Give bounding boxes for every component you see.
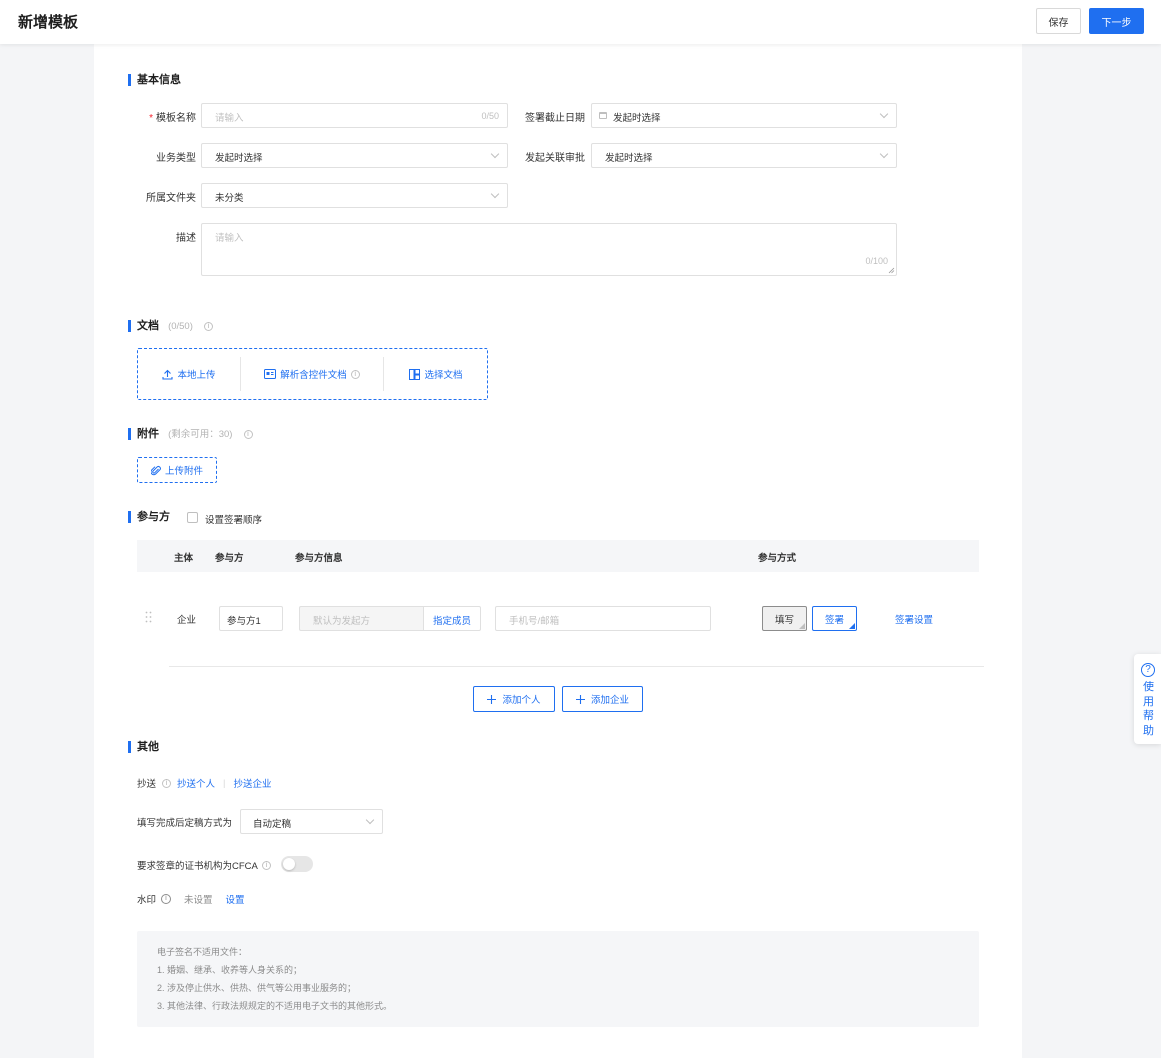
- header-mode: 参与方式: [758, 553, 797, 564]
- watermark-status: 未设置: [184, 895, 213, 906]
- plus-icon: [575, 694, 585, 704]
- signing-order-checkbox[interactable]: [187, 512, 198, 523]
- signing-order-label: 设置签署顺序: [205, 515, 263, 526]
- cc-person-link[interactable]: 抄送个人: [177, 776, 215, 790]
- section-attachments-title: 附件 (剩余可用：30) i: [128, 428, 253, 441]
- cc-label: 抄送: [137, 779, 157, 790]
- required-mark: *: [149, 113, 153, 124]
- finalize-label: 填写完成后定稿方式为: [137, 818, 233, 829]
- notice-title: 电子签名不适用文件：: [157, 947, 248, 957]
- cc-row: 抄送 i 抄送个人 | 抄送企业: [137, 776, 272, 791]
- biz-type-select[interactable]: 发起时选择: [201, 143, 508, 168]
- drag-handle-icon[interactable]: [145, 611, 152, 623]
- help-label: 使用帮助: [1143, 681, 1154, 737]
- sign-mode-button[interactable]: 签署: [812, 606, 857, 631]
- deadline-label: 签署截止日期: [525, 113, 585, 124]
- cc-separator: |: [223, 777, 226, 789]
- assign-member-button[interactable]: 指定成员: [423, 606, 481, 631]
- choose-doc-button[interactable]: 选择文档: [384, 349, 488, 399]
- participant-subject: 企业: [177, 615, 197, 626]
- chevron-down-icon: [490, 189, 500, 199]
- watermark-row: 水印 i 未设置 设置: [137, 892, 245, 906]
- info-icon: i: [162, 778, 172, 788]
- template-name-label: * 模板名称: [149, 113, 196, 124]
- notice-item: 1. 婚姻、继承、收养等人身关系的；: [157, 965, 303, 975]
- participant-name-input[interactable]: 参与方1: [219, 606, 283, 631]
- finalize-select[interactable]: 自动定稿: [240, 809, 383, 834]
- section-docs-title: 文档 (0/50) i: [128, 320, 213, 333]
- add-person-button[interactable]: 添加个人: [473, 686, 555, 712]
- info-icon: i: [203, 321, 213, 331]
- folder-label: 所属文件夹: [146, 193, 196, 204]
- document-upload-area: 本地上传 解析含控件文档 i 选择文档: [137, 348, 488, 400]
- chevron-down-icon: [365, 815, 375, 825]
- info-icon: i: [261, 860, 271, 870]
- parse-doc-button[interactable]: 解析含控件文档 i: [241, 349, 383, 399]
- cfca-row: 要求签章的证书机构为CFCA i: [137, 858, 271, 872]
- parse-doc-icon: [264, 369, 277, 379]
- char-count: 0/50: [481, 111, 499, 121]
- paperclip-icon: [150, 465, 161, 475]
- chevron-down-icon: [879, 149, 889, 159]
- help-icon: ?: [1141, 663, 1155, 677]
- help-tab[interactable]: ? 使用帮助: [1134, 654, 1161, 744]
- deadline-select[interactable]: 发起时选择: [591, 103, 897, 128]
- calendar-icon: [599, 112, 607, 119]
- contact-input[interactable]: 手机号/邮箱: [495, 606, 711, 631]
- cc-company-link[interactable]: 抄送企业: [234, 776, 272, 790]
- watermark-label: 水印: [137, 895, 157, 906]
- local-upload-button[interactable]: 本地上传: [138, 349, 240, 399]
- info-icon: i: [243, 429, 253, 439]
- resize-handle-icon[interactable]: [888, 267, 895, 274]
- info-icon: i: [161, 894, 172, 904]
- biz-type-label: 业务类型: [156, 153, 196, 164]
- save-button[interactable]: 保存: [1036, 8, 1081, 34]
- template-name-input[interactable]: 请输入 0/50: [201, 103, 508, 128]
- header-party: 参与方: [215, 553, 244, 564]
- row-divider: [169, 666, 984, 667]
- notice-item: 2. 涉及停止供水、供热、供气等公用事业服务的；: [157, 983, 357, 993]
- form-card: 基本信息 * 模板名称 请输入 0/50 签署截止日期 发起时选择 业务类型 发起…: [94, 44, 1022, 1058]
- cfca-label: 要求签章的证书机构为CFCA: [137, 861, 258, 872]
- section-other-title: 其他: [128, 741, 159, 753]
- header-subject: 主体: [174, 553, 194, 564]
- sign-settings-link[interactable]: 签署设置: [895, 612, 933, 626]
- plus-icon: [487, 694, 497, 704]
- notice-item: 3. 其他法律、行政法规规定的不适用电子文书的其他形式。: [157, 1001, 393, 1011]
- folder-select[interactable]: 未分类: [201, 183, 508, 208]
- section-participants-title: 参与方: [128, 511, 170, 523]
- top-bar: 新增模板 保存 下一步: [0, 0, 1161, 44]
- chevron-down-icon: [879, 109, 889, 119]
- approval-label: 发起关联审批: [525, 153, 585, 164]
- choose-doc-icon: [409, 368, 421, 380]
- add-company-button[interactable]: 添加企业: [562, 686, 643, 712]
- initiator-input: 默认为发起方: [299, 606, 424, 631]
- participants-table-header: 主体 参与方 参与方信息 参与方式: [137, 540, 979, 572]
- legal-notice: 电子签名不适用文件： 1. 婚姻、继承、收养等人身关系的； 2. 涉及停止供水、…: [137, 931, 979, 1027]
- approval-select[interactable]: 发起时选择: [591, 143, 897, 168]
- fill-mode-button[interactable]: 填写: [762, 606, 807, 631]
- info-icon: i: [350, 369, 360, 379]
- upload-icon: [162, 369, 174, 380]
- header-info: 参与方信息: [295, 553, 343, 564]
- page-title: 新增模板: [18, 14, 79, 31]
- char-count: 0/100: [865, 256, 888, 266]
- description-textarea[interactable]: 请输入 0/100: [201, 223, 897, 276]
- upload-attachment-button[interactable]: 上传附件: [137, 457, 217, 483]
- watermark-settings-link[interactable]: 设置: [226, 892, 245, 906]
- chevron-down-icon: [490, 149, 500, 159]
- next-step-button[interactable]: 下一步: [1089, 8, 1144, 34]
- description-label: 描述: [176, 233, 196, 244]
- section-basic-title: 基本信息: [128, 74, 181, 86]
- cfca-toggle[interactable]: [281, 856, 313, 872]
